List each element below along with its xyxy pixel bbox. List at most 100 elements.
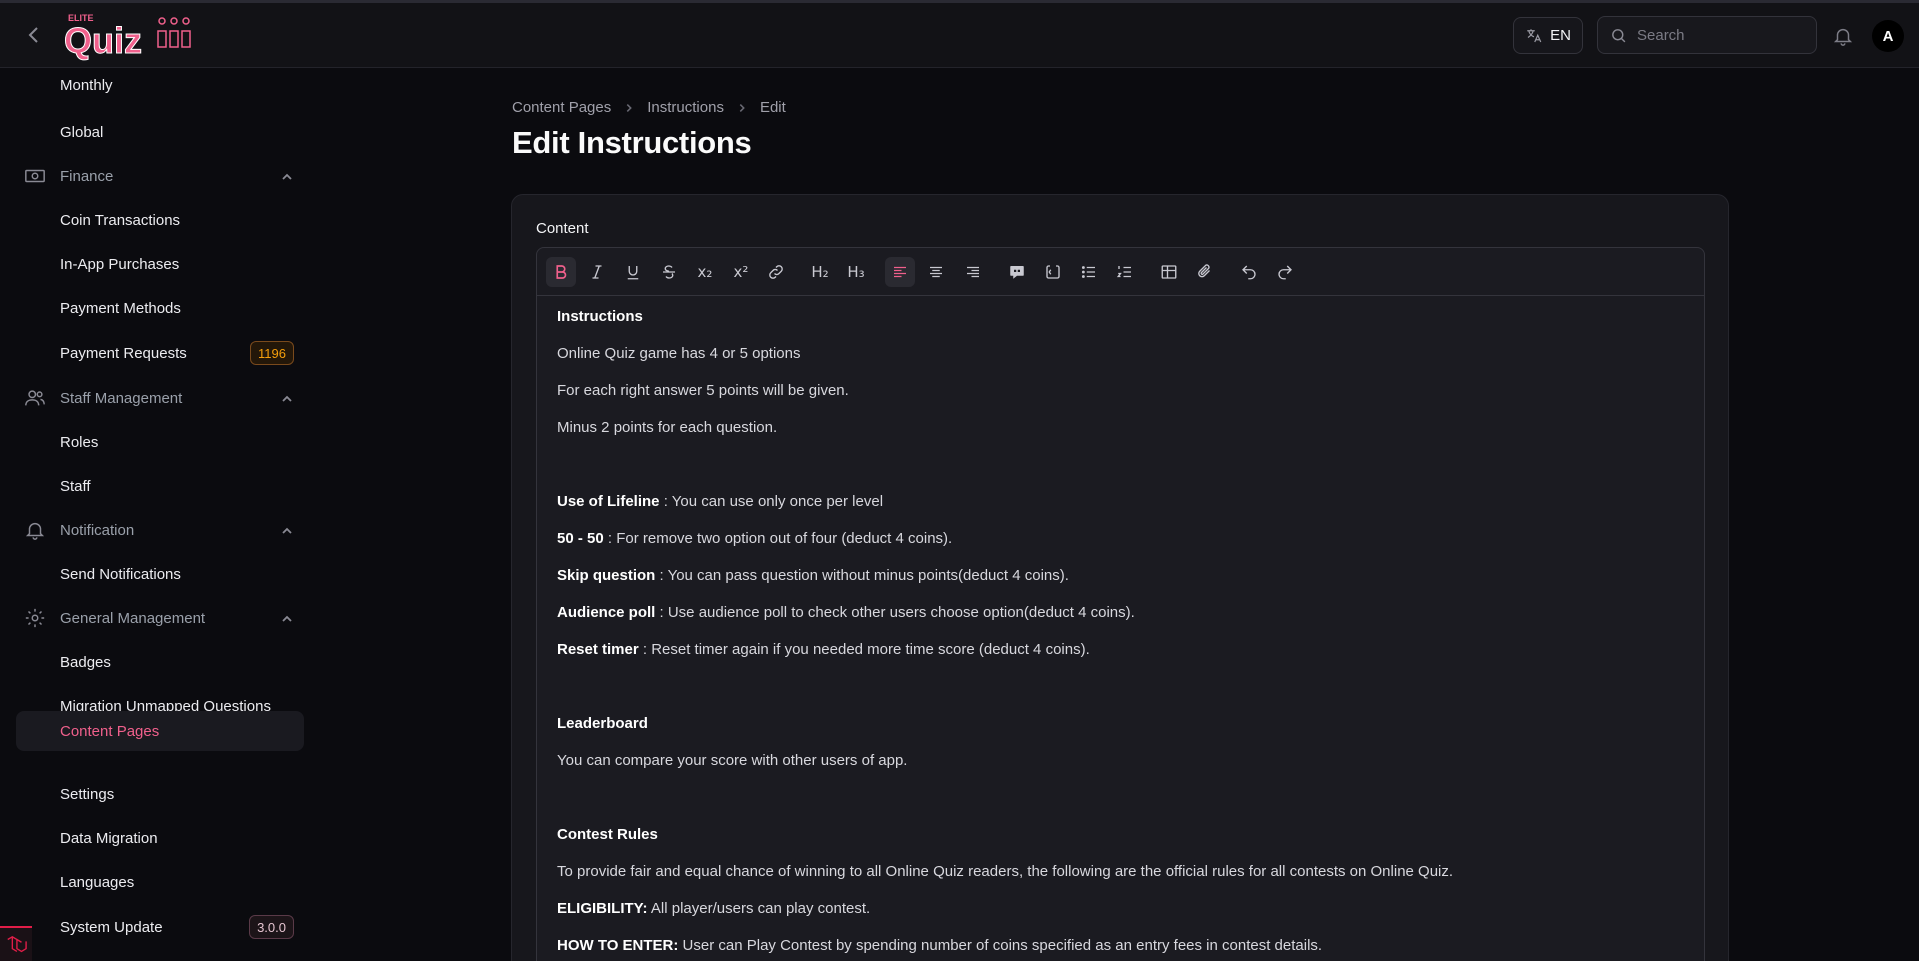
- sidebar-item-label: In-App Purchases: [60, 255, 180, 273]
- align-right-button[interactable]: [958, 257, 988, 287]
- content-paragraph: Online Quiz game has 4 or 5 options: [557, 345, 801, 362]
- bold-icon: [556, 265, 567, 279]
- italic-icon: [592, 265, 602, 279]
- content-paragraph-audience: Audience poll : Use audience poll to che…: [557, 604, 1135, 621]
- sidebar-item-data-migration[interactable]: Data Migration: [16, 818, 304, 858]
- subscript-button[interactable]: x₂: [690, 257, 720, 287]
- sidebar-item-roles[interactable]: Roles: [16, 422, 304, 462]
- table-button[interactable]: [1154, 257, 1184, 287]
- sidebar-group-staff-management[interactable]: Staff Management: [16, 378, 304, 418]
- breadcrumb: Content Pages Instructions Edit: [512, 99, 786, 116]
- bell-icon: [25, 522, 45, 540]
- sidebar-group-label: General Management: [60, 609, 206, 627]
- sidebar-item-payment-requests[interactable]: Payment Requests 1196: [16, 333, 304, 373]
- ordered-list-icon: [1116, 266, 1131, 278]
- sidebar-item-in-app-purchases[interactable]: In-App Purchases: [16, 244, 304, 284]
- heading-3-button[interactable]: H₃: [841, 257, 871, 287]
- table-icon: [1161, 265, 1177, 279]
- align-right-icon: [967, 266, 979, 278]
- sidebar-group-notification[interactable]: Notification: [16, 510, 304, 550]
- blockquote-button[interactable]: [1002, 257, 1032, 287]
- align-left-button[interactable]: [885, 257, 915, 287]
- strikethrough-button[interactable]: [654, 257, 684, 287]
- redo-icon: [1278, 265, 1292, 280]
- sidebar-group-label: Staff Management: [60, 389, 183, 407]
- sidebar-item-settings[interactable]: Settings: [16, 774, 304, 814]
- content-paragraph: To provide fair and equal chance of winn…: [557, 863, 1454, 880]
- app-logo[interactable]: ELITE Quiz: [62, 9, 197, 62]
- bold-text: Skip question: [557, 567, 656, 584]
- sidebar-item-label: System Update: [60, 918, 163, 936]
- sidebar-item-label: Roles: [60, 433, 99, 451]
- rich-text-editor[interactable]: x₂ x² H₂ H₃ Instructions Online Quiz gam…: [536, 247, 1705, 961]
- chevron-up-icon: [282, 395, 292, 402]
- sidebar-group-finance[interactable]: Finance: [16, 156, 304, 196]
- notifications-bell-icon[interactable]: [1832, 25, 1854, 47]
- chevron-up-icon: [282, 173, 292, 180]
- redo-button[interactable]: [1270, 257, 1300, 287]
- ordered-list-button[interactable]: [1110, 257, 1140, 287]
- sidebar-item-coin-transactions[interactable]: Coin Transactions: [16, 200, 304, 240]
- sidebar-group-general-management[interactable]: General Management: [16, 598, 304, 638]
- bold-text: Use of Lifeline: [557, 493, 660, 510]
- bullet-list-icon: [1081, 266, 1095, 278]
- italic-button[interactable]: [582, 257, 612, 287]
- heading-2-button[interactable]: H₂: [805, 257, 835, 287]
- align-center-button[interactable]: [921, 257, 951, 287]
- language-code: EN: [1550, 27, 1571, 44]
- undo-button[interactable]: [1234, 257, 1264, 287]
- paragraph-text: All player/users can play contest.: [647, 900, 871, 917]
- sidebar-item-global[interactable]: Global: [16, 112, 304, 152]
- paragraph-text: : Reset timer again if you needed more t…: [638, 641, 1090, 658]
- content-paragraph-reset: Reset timer : Reset timer again if you n…: [557, 641, 1090, 658]
- sidebar-item-label: Content Pages: [60, 722, 160, 740]
- paragraph-text: : Use audience poll to check other users…: [655, 604, 1135, 621]
- sidebar-item-label: Badges: [60, 653, 111, 671]
- sidebar-item-languages[interactable]: Languages: [16, 862, 304, 902]
- bold-button[interactable]: [546, 257, 576, 287]
- code-block-button[interactable]: [1038, 257, 1068, 287]
- bold-text: 50 - 50: [557, 530, 604, 547]
- language-switcher[interactable]: EN: [1513, 17, 1583, 54]
- attach-files-button[interactable]: [1190, 257, 1220, 287]
- content-paragraph-lifeline: Use of Lifeline : You can use only once …: [557, 493, 883, 510]
- sidebar-item-staff[interactable]: Staff: [16, 466, 304, 506]
- content-paragraph: You can compare your score with other us…: [557, 752, 908, 769]
- paragraph-text: : You can pass question without minus po…: [655, 567, 1069, 584]
- sidebar-group-label: Notification: [60, 521, 135, 539]
- paperclip-icon: [1198, 264, 1210, 278]
- chevron-right-icon: [739, 103, 745, 112]
- bullet-list-button[interactable]: [1074, 257, 1104, 287]
- users-icon: [25, 390, 45, 406]
- superscript-button[interactable]: x²: [726, 257, 756, 287]
- user-avatar[interactable]: A: [1872, 20, 1904, 52]
- breadcrumb-content-pages[interactable]: Content Pages: [512, 99, 611, 116]
- sidebar-item-label: Payment Requests: [60, 344, 187, 362]
- translate-icon: [1527, 28, 1542, 42]
- sidebar-item-content-pages[interactable]: Content Pages: [16, 711, 304, 751]
- global-search[interactable]: [1597, 16, 1817, 54]
- underline-button[interactable]: [618, 257, 648, 287]
- sidebar-item-monthly[interactable]: Monthly: [16, 68, 304, 105]
- link-button[interactable]: [761, 257, 791, 287]
- chevron-left-icon[interactable]: [22, 23, 46, 47]
- chevron-up-icon: [282, 615, 292, 622]
- count-badge: 1196: [250, 341, 294, 365]
- sidebar-item-payment-methods[interactable]: Payment Methods: [16, 288, 304, 328]
- sidebar: Monthly Global Finance Coin Transactions…: [0, 68, 310, 961]
- content-heading-contest-rules: Contest Rules: [557, 826, 658, 843]
- sidebar-item-badges[interactable]: Badges: [16, 642, 304, 682]
- sidebar-item-send-notifications[interactable]: Send Notifications: [16, 554, 304, 594]
- bold-text: HOW TO ENTER:: [557, 937, 679, 954]
- laravel-debug-icon[interactable]: [0, 926, 32, 961]
- content-paragraph-eligibility: ELIGIBILITY: All player/users can play c…: [557, 900, 870, 917]
- search-input[interactable]: [1637, 26, 1797, 44]
- chevron-up-icon: [282, 527, 292, 534]
- breadcrumb-instructions[interactable]: Instructions: [647, 99, 724, 116]
- sidebar-item-label: Data Migration: [60, 829, 158, 847]
- content-paragraph-5050: 50 - 50 : For remove two option out of f…: [557, 530, 952, 547]
- page-title: Edit Instructions: [512, 125, 752, 160]
- chevron-right-icon: [626, 103, 633, 112]
- bold-text: Audience poll: [557, 604, 656, 621]
- sidebar-item-system-update[interactable]: System Update 3.0.0: [16, 907, 304, 947]
